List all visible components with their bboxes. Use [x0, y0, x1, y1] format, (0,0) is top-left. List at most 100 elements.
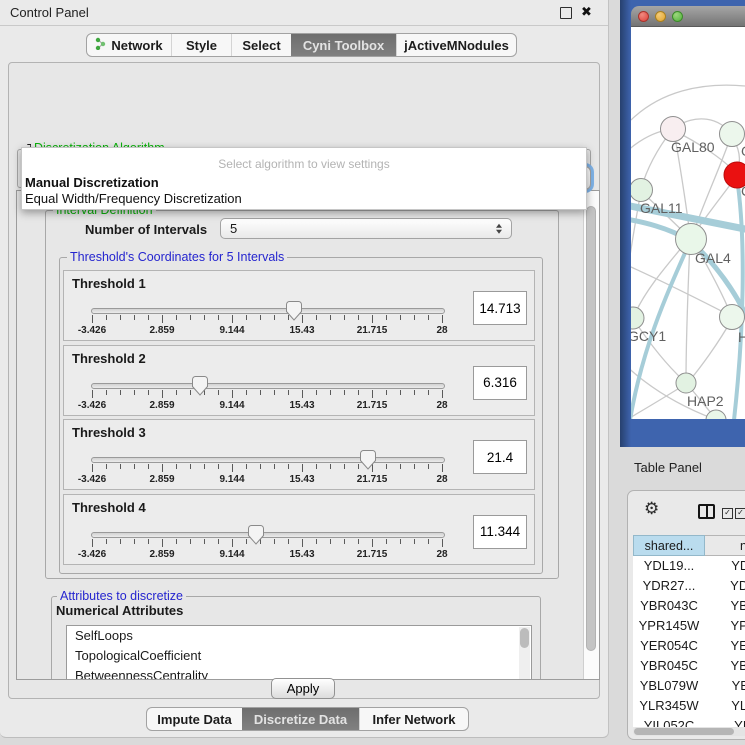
slider-thumb[interactable]	[360, 450, 376, 470]
slider-tick	[106, 539, 107, 544]
slider-tick	[442, 315, 443, 323]
slider-tick-label: 15.43	[289, 325, 314, 336]
cell-name: YBR0	[705, 656, 745, 676]
slider-tick-label: 2.859	[149, 474, 174, 485]
list-scrollbar-thumb[interactable]	[520, 628, 529, 648]
dropdown-option[interactable]: Manual Discretization	[25, 175, 159, 190]
slider-tick	[274, 315, 275, 320]
slider-tick	[120, 390, 121, 395]
network-edge[interactable]	[686, 241, 690, 381]
zoom-traffic-light-icon[interactable]	[672, 11, 683, 22]
slider-tick	[330, 315, 331, 320]
threshold-value-input[interactable]	[473, 440, 527, 474]
panel-scrollbar-thumb[interactable]	[586, 206, 596, 651]
slider-track[interactable]	[91, 308, 445, 314]
network-node-gal80[interactable]	[661, 117, 686, 142]
table-row[interactable]: YDL19...YDL1	[633, 556, 745, 576]
slider-track[interactable]	[91, 532, 445, 538]
slider-tick	[218, 315, 219, 320]
table-scrollbar-thumb[interactable]	[634, 728, 734, 735]
slider-thumb[interactable]	[286, 301, 302, 321]
attribute-list-item[interactable]: TopologicalCoefficient	[67, 646, 531, 666]
tab-impute-data[interactable]: Impute Data	[147, 708, 242, 730]
settings-scroll-panel: Interval Definition Number of Intervals …	[16, 190, 600, 680]
threshold-panel: Threshold 3-3.4262.8599.14415.4321.71528	[63, 419, 535, 490]
panel-scrollbar[interactable]	[583, 191, 599, 679]
slider-tick	[162, 390, 163, 398]
table-row[interactable]: YIL052CYIL0	[633, 716, 745, 727]
cell-name: YLR3	[705, 696, 745, 716]
slider-tick-label: -3.426	[78, 549, 106, 560]
tab-label: jActiveMNodules	[404, 38, 509, 53]
tab-select[interactable]: Select	[231, 34, 291, 56]
network-canvas[interactable]: GAL80GACGAL11GAL4GCY1HHAP2	[631, 27, 745, 419]
table-row[interactable]: YBL079WYBL0	[633, 676, 745, 696]
threshold-value-input[interactable]	[473, 366, 527, 400]
dropdown-hint: Select algorithm to view settings	[22, 157, 586, 171]
network-node-hap2[interactable]	[676, 373, 696, 393]
top-tab-bar: NetworkStyleSelectCyni Toolbox jActiveMNo…	[86, 33, 517, 57]
slider-tick	[246, 390, 247, 395]
gear-icon[interactable]: ⚙	[644, 499, 659, 519]
slider-tick	[176, 539, 177, 544]
control-panel-window: Control Panel ✖ NetworkStyleSelectCyni T…	[0, 0, 609, 738]
network-edge[interactable]	[631, 85, 745, 120]
numerical-attributes-list[interactable]: SelfLoopsTopologicalCoefficientBetweenne…	[66, 625, 532, 680]
cell-name: YDL1	[705, 556, 745, 576]
slider-tick	[120, 315, 121, 320]
slider-tick	[358, 315, 359, 320]
dropdown-option[interactable]: Equal Width/Frequency Discretization	[25, 191, 242, 206]
apply-button[interactable]: Apply	[271, 678, 335, 699]
slider-track[interactable]	[91, 383, 445, 389]
tab-cyni-toolbox[interactable]: Cyni Toolbox	[291, 34, 396, 56]
slider-track[interactable]	[91, 457, 445, 463]
split-columns-icon[interactable]	[698, 504, 715, 519]
network-window-titlebar[interactable]	[631, 6, 745, 27]
node-label: H	[738, 329, 745, 345]
network-node-gcy1[interactable]	[631, 307, 644, 329]
threshold-value-input[interactable]	[473, 291, 527, 325]
node-table[interactable]: shared...naYDL19...YDL1YDR27...YDR2YBR04…	[633, 535, 745, 727]
tab-jactivemnodules[interactable]: jActiveMNodules	[396, 34, 516, 56]
slider-thumb[interactable]	[192, 376, 208, 396]
network-node-gal11[interactable]	[631, 179, 653, 202]
table-row[interactable]: YPR145WYPR1	[633, 616, 745, 636]
table-horizontal-scrollbar[interactable]	[633, 727, 745, 736]
slider-tick	[134, 315, 135, 320]
slider-tick	[148, 539, 149, 544]
float-window-icon[interactable]	[560, 7, 572, 19]
threshold-label: Threshold 4	[72, 500, 146, 515]
checkbox-icon[interactable]: ✓	[722, 508, 733, 519]
slider-thumb[interactable]	[248, 525, 264, 545]
slider-tick	[190, 464, 191, 469]
attribute-list-item[interactable]: SelfLoops	[67, 626, 531, 646]
minimize-traffic-light-icon[interactable]	[655, 11, 666, 22]
list-scrollbar[interactable]	[519, 627, 530, 679]
table-row[interactable]: YBR045CYBR0	[633, 656, 745, 676]
threshold-panel: Threshold 4-3.4262.8599.14415.4321.71528	[63, 494, 535, 565]
tab-infer-network[interactable]: Infer Network	[359, 708, 468, 730]
network-node-h[interactable]	[720, 305, 745, 330]
table-row[interactable]: YDR27...YDR2	[633, 576, 745, 596]
threshold-label: Threshold 1	[72, 276, 146, 291]
slider-tick	[92, 464, 93, 472]
slider-tick	[274, 390, 275, 395]
threshold-value-input[interactable]	[473, 515, 527, 549]
table-row[interactable]: YER054CYER0	[633, 636, 745, 656]
slider-tick-label: 2.859	[149, 325, 174, 336]
slider-tick	[442, 539, 443, 547]
close-icon[interactable]: ✖	[581, 4, 592, 20]
slider-tick	[218, 390, 219, 395]
num-intervals-combobox[interactable]: 5	[220, 218, 512, 239]
column-header-name[interactable]: na	[705, 535, 745, 556]
slider-tick	[176, 315, 177, 320]
column-header-shared-name[interactable]: shared...	[633, 535, 705, 556]
tab-style[interactable]: Style	[171, 34, 231, 56]
tab-network[interactable]: Network	[87, 34, 171, 56]
checkbox-icon[interactable]: ✓	[735, 508, 745, 519]
table-row[interactable]: YLR345WYLR3	[633, 696, 745, 716]
table-row[interactable]: YBR043CYBR0	[633, 596, 745, 616]
tab-discretize-data[interactable]: Discretize Data	[242, 708, 359, 730]
close-traffic-light-icon[interactable]	[638, 11, 649, 22]
cell-shared-name: YIL052C	[633, 716, 705, 727]
